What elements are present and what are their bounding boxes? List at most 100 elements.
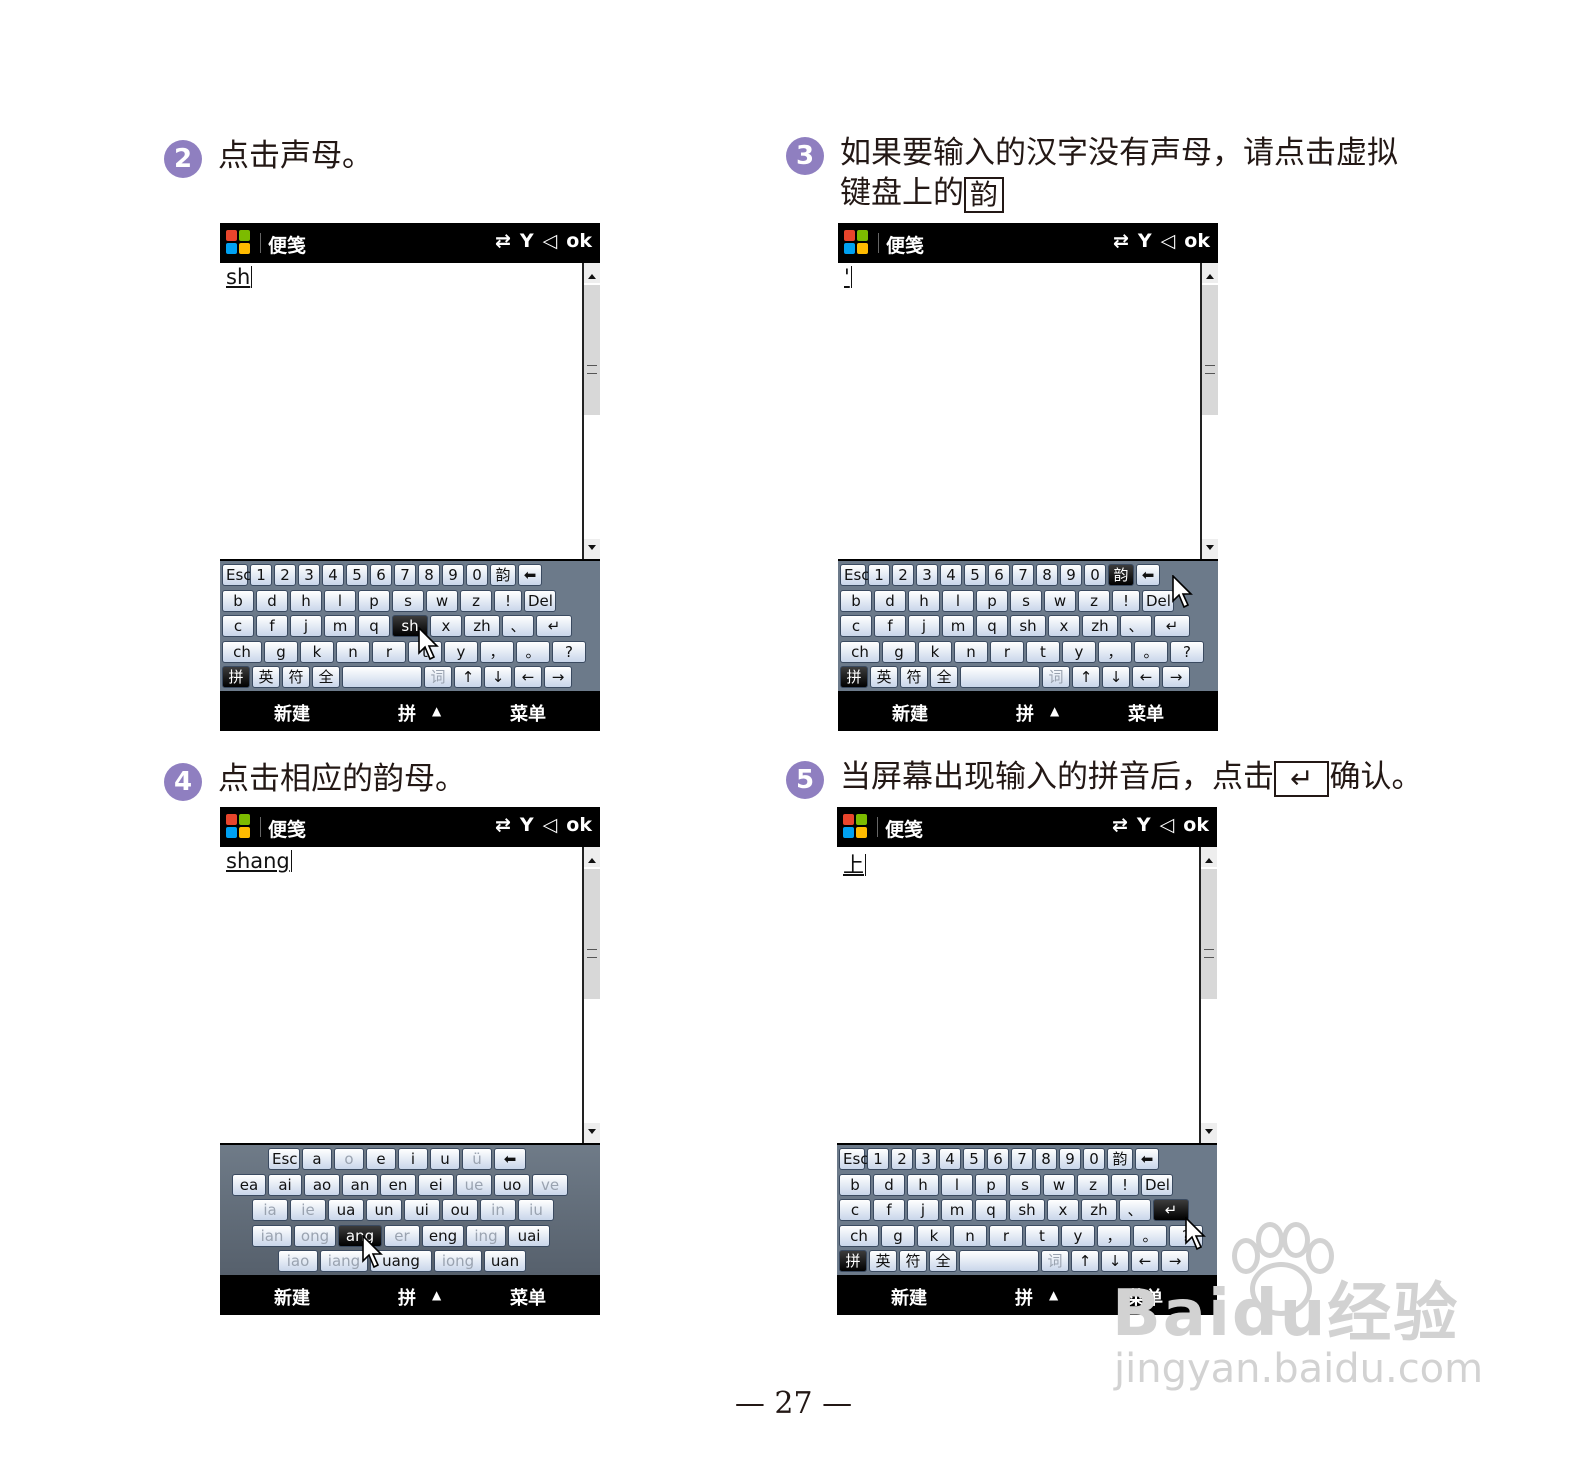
key-←[interactable]: ← [514, 666, 542, 688]
key-![interactable]: ! [1112, 589, 1140, 612]
key-→[interactable]: → [544, 666, 572, 688]
key-2[interactable]: 2 [891, 1148, 913, 1170]
key-8[interactable]: 8 [1036, 564, 1058, 586]
key-sh[interactable]: sh [1010, 615, 1046, 637]
key-b[interactable]: b [840, 589, 872, 612]
key-p[interactable]: p [976, 589, 1008, 612]
key-t[interactable]: t [1025, 1224, 1059, 1247]
key-、[interactable]: 、 [502, 615, 534, 637]
key-b[interactable]: b [839, 1173, 871, 1196]
key-ing[interactable]: ing [466, 1224, 506, 1247]
key-j[interactable]: j [908, 615, 940, 637]
key-space[interactable] [342, 666, 422, 688]
key-an[interactable]: an [342, 1173, 378, 1196]
key-Esc[interactable]: Esc [222, 564, 252, 586]
key-0[interactable]: 0 [1084, 564, 1106, 586]
key-Esc[interactable]: Esc [840, 564, 870, 586]
key-6[interactable]: 6 [370, 564, 392, 586]
key-ong[interactable]: ong [294, 1224, 336, 1247]
input-method-arrow-icon[interactable]: ▲ [432, 704, 441, 718]
key-5[interactable]: 5 [346, 564, 368, 586]
key-7[interactable]: 7 [394, 564, 416, 586]
key-k[interactable]: k [300, 640, 334, 663]
input-method-arrow-icon[interactable]: ▲ [1049, 1288, 1058, 1302]
key-l[interactable]: l [941, 1173, 973, 1196]
key-uan[interactable]: uan [484, 1250, 526, 1272]
key-Del[interactable]: Del [1142, 589, 1174, 612]
key-0[interactable]: 0 [1083, 1148, 1105, 1170]
key-↵[interactable]: ↵ [536, 615, 572, 637]
key-eng[interactable]: eng [422, 1224, 464, 1247]
key-Del[interactable]: Del [524, 589, 556, 612]
key-全[interactable]: 全 [929, 1250, 957, 1272]
key-y[interactable]: y [444, 640, 478, 663]
key-c[interactable]: c [839, 1199, 871, 1221]
key-iao[interactable]: iao [278, 1250, 318, 1272]
key-ch[interactable]: ch [840, 640, 880, 663]
key-1[interactable]: 1 [250, 564, 272, 586]
key-ia[interactable]: ia [252, 1199, 288, 1221]
key-g[interactable]: g [264, 640, 298, 663]
key-ao[interactable]: ao [304, 1173, 340, 1196]
key-f[interactable]: f [874, 615, 906, 637]
scroll-down-arrow[interactable] [1201, 1123, 1217, 1143]
key-n[interactable]: n [954, 640, 988, 663]
key-y[interactable]: y [1062, 640, 1096, 663]
key-8[interactable]: 8 [1035, 1148, 1057, 1170]
key-q[interactable]: q [358, 615, 390, 637]
key-Del[interactable]: Del [1141, 1173, 1173, 1196]
key-uo[interactable]: uo [494, 1173, 530, 1196]
vertical-scrollbar[interactable] [582, 263, 600, 559]
key-z[interactable]: z [1078, 589, 1110, 612]
key-ua[interactable]: ua [328, 1199, 364, 1221]
key-![interactable]: ! [1111, 1173, 1139, 1196]
key-⬅[interactable]: ⬅ [1136, 564, 1160, 586]
windows-start-icon[interactable] [843, 814, 869, 840]
key-ui[interactable]: ui [404, 1199, 440, 1221]
key-c[interactable]: c [222, 615, 254, 637]
input-method-arrow-icon[interactable]: ▲ [1050, 704, 1059, 718]
new-softkey[interactable]: 新建 [274, 1284, 310, 1310]
key-ü[interactable]: ü [462, 1148, 492, 1170]
key-s[interactable]: s [392, 589, 424, 612]
menu-softkey[interactable]: 菜单 [510, 1284, 546, 1310]
key-g[interactable]: g [881, 1224, 915, 1247]
key-符[interactable]: 符 [282, 666, 310, 688]
key-ch[interactable]: ch [839, 1224, 879, 1247]
key-、[interactable]: 、 [1120, 615, 1152, 637]
key-4[interactable]: 4 [322, 564, 344, 586]
key-词[interactable]: 词 [424, 666, 452, 688]
key-x[interactable]: x [1047, 1199, 1079, 1221]
key-⬅[interactable]: ⬅ [494, 1148, 526, 1170]
key-n[interactable]: n [336, 640, 370, 663]
key-↑[interactable]: ↑ [1071, 1250, 1099, 1272]
key-9[interactable]: 9 [1060, 564, 1082, 586]
key-ian[interactable]: ian [252, 1224, 292, 1247]
ok-button[interactable]: ok [1184, 230, 1210, 252]
key-1[interactable]: 1 [867, 1148, 889, 1170]
key-0[interactable]: 0 [466, 564, 488, 586]
key-space[interactable] [959, 1250, 1039, 1272]
key-7[interactable]: 7 [1012, 564, 1034, 586]
key-w[interactable]: w [426, 589, 458, 612]
key-Esc[interactable]: Esc [839, 1148, 869, 1170]
input-method-selector[interactable]: 拼 [398, 1284, 416, 1310]
key-↑[interactable]: ↑ [454, 666, 482, 688]
key-![interactable]: ! [494, 589, 522, 612]
key-韵[interactable]: 韵 [1108, 564, 1134, 586]
key-符[interactable]: 符 [899, 1250, 927, 1272]
key-z[interactable]: z [1077, 1173, 1109, 1196]
key-，[interactable]: ， [1098, 640, 1132, 663]
key-拼[interactable]: 拼 [840, 666, 868, 688]
key-英[interactable]: 英 [252, 666, 280, 688]
key-↵[interactable]: ↵ [1154, 615, 1190, 637]
key-韵[interactable]: 韵 [1107, 1148, 1133, 1170]
note-text-area[interactable]: shang [220, 847, 582, 1143]
key-j[interactable]: j [907, 1199, 939, 1221]
key-h[interactable]: h [907, 1173, 939, 1196]
key-6[interactable]: 6 [988, 564, 1010, 586]
key-zh[interactable]: zh [1082, 615, 1118, 637]
windows-start-icon[interactable] [226, 814, 252, 840]
key-q[interactable]: q [975, 1199, 1007, 1221]
scroll-thumb[interactable] [584, 869, 600, 999]
